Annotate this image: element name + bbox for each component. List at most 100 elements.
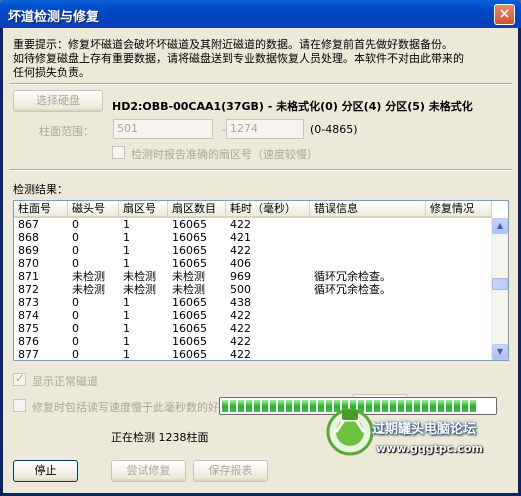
table-row[interactable]: 876 0 1 16065 422 (14, 335, 492, 348)
cell-sector: 未检测 (123, 283, 156, 296)
close-button[interactable]: × (494, 4, 515, 25)
col-error[interactable]: 错误信息 (310, 201, 426, 218)
cell-head: 未检测 (72, 283, 105, 296)
progress-block (254, 400, 260, 412)
divider (9, 83, 512, 85)
cell-cylinder: 867 (18, 218, 39, 231)
cell-time: 422 (230, 218, 251, 231)
repair-slow-checkbox[interactable] (13, 399, 26, 412)
cell-sector-count: 16065 (172, 335, 207, 348)
progress-block (374, 400, 380, 412)
accurate-sector-checkbox[interactable] (112, 146, 125, 159)
cell-repair (426, 348, 492, 360)
progress-block (270, 400, 276, 412)
table-header: 柱面号 磁头号 扇区号 扇区数目 耗时（毫秒） 错误信息 修复情况 (14, 201, 492, 218)
try-repair-button[interactable]: 尝试修复 (111, 460, 186, 482)
progress-block (286, 400, 292, 412)
notice-line-2: 如待修复磁盘上存有重要数据，请将磁盘送到专业数据恢复人员处理。本软件不对由此带来… (13, 52, 464, 65)
progress-block (230, 400, 236, 412)
cell-sector-count: 16065 (172, 309, 207, 322)
cell-sector-count: 未检测 (172, 283, 205, 296)
progress-block (422, 400, 428, 412)
table-row[interactable]: 874 0 1 16065 422 (14, 309, 492, 322)
col-sector-count[interactable]: 扇区数目 (168, 201, 226, 218)
cell-error: 循环冗余检查。 (314, 270, 391, 283)
progress-block (262, 400, 268, 412)
col-repair[interactable]: 修复情况 (426, 201, 492, 218)
table-row[interactable]: 871 未检测 未检测 未检测 969 循环冗余检查。 (14, 270, 492, 283)
table-row[interactable]: 869 0 1 16065 422 (14, 244, 492, 257)
dialog-body: 重要提示：修复坏磁道会破坏坏磁道及其附近磁道的数据。请在修复前首先做好数据备份。… (3, 28, 518, 493)
cell-head: 0 (72, 348, 79, 361)
cell-head: 0 (72, 296, 79, 309)
status-text: 正在检测 1238柱面 (111, 431, 209, 444)
progress-block (382, 400, 388, 412)
bad-track-repair-window: 坏道检测与修复 × 重要提示：修复坏磁道会破坏坏磁道及其附近磁道的数据。请在修复… (0, 0, 521, 496)
cell-error: 循环冗余检查。 (314, 283, 391, 296)
scroll-down-button[interactable]: ▼ (492, 344, 508, 360)
notice-line-3: 任何损失负责。 (13, 66, 90, 79)
cell-sector-count: 未检测 (172, 270, 205, 283)
progress-block (222, 400, 228, 412)
col-cylinder[interactable]: 柱面号 (14, 201, 68, 218)
col-head[interactable]: 磁头号 (68, 201, 119, 218)
cell-sector: 1 (123, 231, 130, 244)
progress-block (430, 400, 436, 412)
select-disk-button[interactable]: 选择硬盘 (13, 90, 103, 112)
cell-time: 406 (230, 257, 251, 270)
table-row[interactable]: 877 0 1 16065 422 (14, 348, 492, 361)
cell-sector: 未检测 (123, 270, 156, 283)
cylinder-range-label: 柱面范围： (39, 125, 94, 138)
range-to-field[interactable]: 1274 (226, 119, 304, 139)
range-from-field[interactable]: 501 (113, 119, 213, 139)
cell-cylinder: 870 (18, 257, 39, 270)
title-bar[interactable]: 坏道检测与修复 × (0, 0, 521, 28)
cell-sector-count: 16065 (172, 348, 207, 361)
col-sector[interactable]: 扇区号 (119, 201, 168, 218)
table-row[interactable]: 872 未检测 未检测 未检测 500 循环冗余检查。 (14, 283, 492, 296)
progress-block (350, 400, 356, 412)
save-report-button[interactable]: 保存报表 (193, 460, 268, 482)
cell-sector: 1 (123, 296, 130, 309)
cell-cylinder: 873 (18, 296, 39, 309)
cell-cylinder: 876 (18, 335, 39, 348)
table-row[interactable]: 873 0 1 16065 438 (14, 296, 492, 309)
progress-block (446, 400, 452, 412)
cell-time: 500 (230, 283, 251, 296)
scroll-thumb[interactable] (492, 278, 508, 290)
show-normal-checkbox[interactable] (13, 371, 26, 386)
stop-button[interactable]: 停止 (13, 460, 78, 482)
table-row[interactable]: 870 0 1 16065 406 (14, 257, 492, 270)
progress-block (358, 400, 364, 412)
col-time[interactable]: 耗时（毫秒） (226, 201, 310, 218)
cell-head: 0 (72, 335, 79, 348)
progress-block (414, 400, 420, 412)
progress-block (342, 400, 348, 412)
progress-block (366, 400, 372, 412)
cell-time: 422 (230, 322, 251, 335)
cell-sector-count: 16065 (172, 218, 207, 231)
progress-block (334, 400, 340, 412)
cell-cylinder: 871 (18, 270, 39, 283)
progress-block (406, 400, 412, 412)
cell-error (310, 244, 426, 257)
cell-repair (426, 231, 492, 244)
cell-repair (426, 218, 492, 231)
cell-cylinder: 869 (18, 244, 39, 257)
cell-repair (426, 270, 492, 283)
cell-error (310, 322, 426, 335)
cell-time: 421 (230, 231, 251, 244)
cell-cylinder: 874 (18, 309, 39, 322)
cell-head: 0 (72, 218, 79, 231)
table-row[interactable]: 867 0 1 16065 422 (14, 218, 492, 231)
table-row[interactable]: 875 0 1 16065 422 (14, 322, 492, 335)
progress-block (302, 400, 308, 412)
scroll-up-button[interactable]: ▲ (492, 218, 508, 234)
progress-block (246, 400, 252, 412)
cell-error (310, 257, 426, 270)
progress-block (326, 400, 332, 412)
cell-head: 0 (72, 231, 79, 244)
table-row[interactable]: 868 0 1 16065 421 (14, 231, 492, 244)
vertical-scrollbar[interactable]: ▲ ▼ (491, 218, 508, 360)
results-table[interactable]: 柱面号 磁头号 扇区号 扇区数目 耗时（毫秒） 错误信息 修复情况 867 0 1 1… (13, 200, 509, 361)
